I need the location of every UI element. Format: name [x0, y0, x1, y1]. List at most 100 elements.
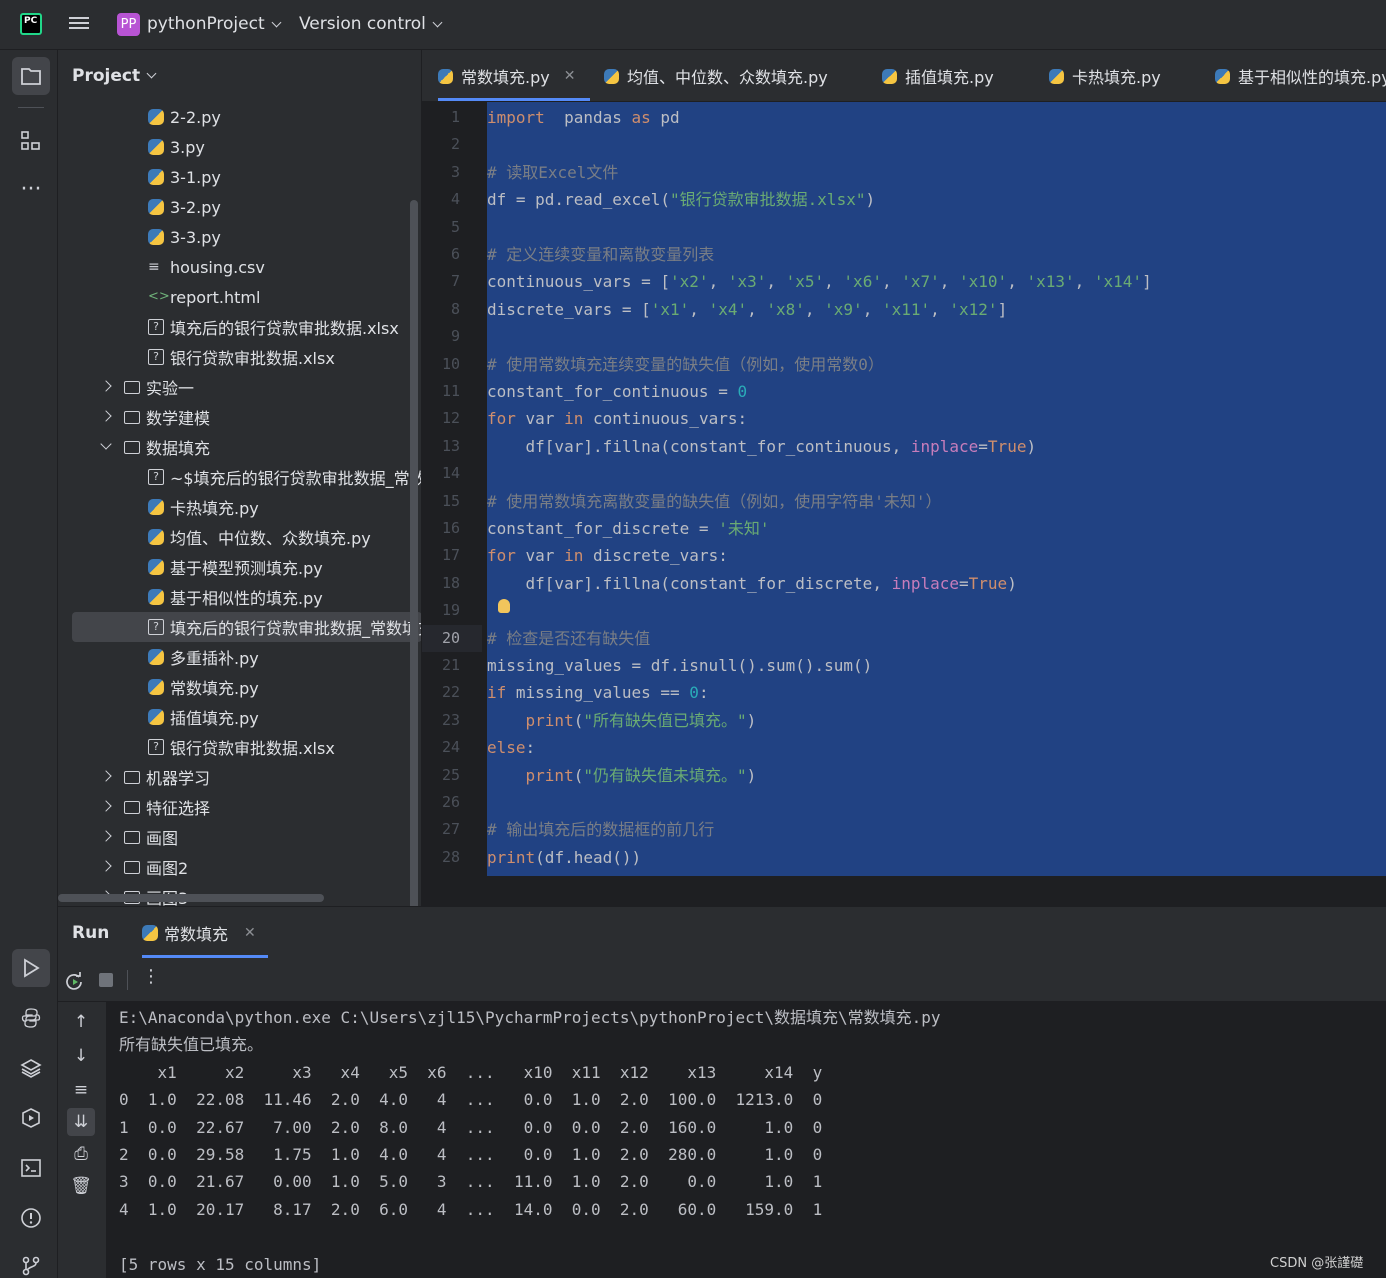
- git-tool-button[interactable]: [12, 1247, 50, 1278]
- tree-file[interactable]: ? ~$填充后的银行贷款审批数据_常数填充.xlsx: [58, 462, 421, 492]
- code-token: for: [487, 409, 516, 429]
- tree-file[interactable]: ≡ housing.csv: [58, 252, 421, 282]
- tree-file[interactable]: 插值填充.py: [58, 702, 421, 732]
- line-number: 6: [450, 245, 460, 263]
- tree-item-label: 3-1.py: [170, 167, 221, 187]
- soft-wrap-icon[interactable]: ≡: [67, 1080, 95, 1100]
- tree-file[interactable]: ? 填充后的银行贷款审批数据.xlsx: [58, 312, 421, 342]
- chevron-right-icon[interactable]: [100, 410, 112, 422]
- code-editor[interactable]: 1 2 3 4 5 6 7 8 9 10 11 12 13 14 15 16 17 18 19 20 21 22 23 24 2…: [422, 102, 1386, 906]
- project-switcher[interactable]: pythonProject: [147, 14, 282, 34]
- chevron-right-icon[interactable]: [100, 830, 112, 842]
- code-token: 'x3': [727, 272, 767, 292]
- problems-icon: [21, 1208, 41, 1228]
- lightbulb-icon[interactable]: [498, 599, 510, 613]
- code-token: =: [978, 436, 988, 456]
- code-line: else:: [487, 734, 535, 761]
- python-console-button[interactable]: [12, 999, 50, 1037]
- project-tool-button[interactable]: [12, 57, 50, 95]
- project-badge[interactable]: PP: [117, 13, 140, 36]
- chevron-right-icon[interactable]: [100, 770, 112, 782]
- tree-file[interactable]: 均值、中位数、众数填充.py: [58, 522, 421, 552]
- close-icon[interactable]: ✕: [564, 68, 576, 84]
- tree-file[interactable]: 基于相似性的填充.py: [58, 582, 421, 612]
- scroll-down-icon[interactable]: ↓: [67, 1046, 95, 1066]
- print-icon[interactable]: ⎙: [67, 1144, 95, 1164]
- code-line: # 检查是否还有缺失值: [487, 625, 650, 652]
- structure-tool-button[interactable]: [12, 122, 50, 160]
- tree-folder[interactable]: 实验一: [58, 372, 421, 402]
- code-token: print: [487, 847, 536, 867]
- line-number: 17: [441, 546, 460, 565]
- python-file-icon: [1215, 68, 1230, 84]
- code-token: var: [515, 546, 565, 566]
- tree-folder[interactable]: 机器学习: [58, 762, 421, 792]
- project-horizontal-scrollbar[interactable]: [58, 894, 324, 902]
- code-token: ): [865, 190, 876, 210]
- trash-icon[interactable]: 🗑: [67, 1176, 95, 1196]
- tree-file[interactable]: 3.py: [58, 132, 421, 162]
- editor-tab[interactable]: 均值、中位数、众数填充.py: [604, 50, 828, 101]
- tree-file[interactable]: <> report.html: [58, 282, 421, 312]
- editor-tab[interactable]: 卡热填充.py: [1049, 50, 1161, 101]
- more-vertical-icon[interactable]: ⋮: [142, 966, 160, 987]
- tree-folder[interactable]: 画图: [58, 822, 421, 852]
- more-tools-button[interactable]: ···: [12, 170, 50, 208]
- line-number: 21: [441, 656, 460, 674]
- services-tool-button[interactable]: [12, 1099, 50, 1137]
- tree-file[interactable]: 基于模型预测填充.py: [58, 552, 421, 582]
- chevron-down-icon[interactable]: [100, 438, 112, 450]
- tree-item-label: 数据填充: [146, 439, 211, 458]
- chevron-right-icon[interactable]: [100, 380, 112, 392]
- run-console[interactable]: E:\Anaconda\python.exe C:\Users\zjl15\Py…: [106, 1002, 1386, 1278]
- python-file-icon: [148, 199, 164, 215]
- chevron-down-icon: [271, 17, 282, 28]
- tree-folder[interactable]: 画图2: [58, 852, 421, 882]
- tree-file[interactable]: 3-1.py: [58, 162, 421, 192]
- tree-file[interactable]: 常数填充.py: [58, 672, 421, 702]
- tree-folder[interactable]: 特征选择: [58, 792, 421, 822]
- code-token: constant_for_continuous =: [487, 382, 738, 401]
- terminal-tool-button[interactable]: [12, 1149, 50, 1187]
- line-number: 3: [450, 162, 460, 181]
- project-vertical-scrollbar[interactable]: [410, 200, 418, 906]
- line-number: 12: [441, 409, 460, 428]
- tree-folder[interactable]: 数据填充: [58, 432, 421, 462]
- structure-icon: [21, 131, 40, 150]
- project-panel-header[interactable]: Project: [58, 50, 421, 102]
- chevron-right-icon[interactable]: [100, 860, 112, 872]
- line-number: 15: [441, 491, 460, 510]
- scroll-up-icon[interactable]: ↑: [67, 1012, 95, 1032]
- code-token: continuous_vars:: [583, 409, 748, 429]
- editor-tab-label: 卡热填充.py: [1072, 68, 1161, 87]
- stop-icon[interactable]: [99, 973, 113, 987]
- run-tab[interactable]: 常数填充 ✕: [142, 907, 268, 959]
- tree-file[interactable]: ? 银行贷款审批数据.xlsx: [58, 732, 421, 762]
- code-line: print(df.head()): [487, 844, 641, 871]
- scroll-to-end-icon[interactable]: ⇊: [67, 1108, 95, 1136]
- tree-file[interactable]: 卡热填充.py: [58, 492, 421, 522]
- tree-file[interactable]: 3-2.py: [58, 192, 421, 222]
- chevron-right-icon[interactable]: [100, 800, 112, 812]
- code-token: else: [487, 738, 526, 758]
- version-control-menu[interactable]: Version control: [299, 14, 443, 34]
- main-menu-icon[interactable]: [69, 14, 89, 34]
- tree-file[interactable]: ? 银行贷款审批数据.xlsx: [58, 342, 421, 372]
- editor-tab[interactable]: 插值填充.py: [882, 50, 994, 101]
- problems-tool-button[interactable]: [12, 1199, 50, 1237]
- code-token: 'x7': [901, 272, 940, 292]
- tree-file[interactable]: ? 填充后的银行贷款审批数据_常数填充.xlsx: [72, 612, 421, 642]
- tree-folder[interactable]: 数学建模: [58, 402, 421, 432]
- close-icon[interactable]: ✕: [244, 925, 256, 941]
- tree-file[interactable]: 2-2.py: [58, 102, 421, 132]
- tree-file[interactable]: 3-3.py: [58, 222, 421, 252]
- tree-file[interactable]: 多重插补.py: [58, 642, 421, 672]
- editor-tab-label: 基于相似性的填充.py: [1238, 68, 1386, 87]
- run-tool-button[interactable]: [12, 949, 50, 987]
- pycharm-logo-icon[interactable]: PC: [20, 13, 42, 35]
- layers-tool-button[interactable]: [12, 1049, 50, 1087]
- editor-tab[interactable]: 基于相似性的填充.py: [1215, 50, 1386, 101]
- rerun-icon[interactable]: [64, 971, 84, 991]
- editor-tab[interactable]: 常数填充.py ✕: [438, 50, 590, 101]
- tree-item-label: 实验一: [146, 379, 195, 398]
